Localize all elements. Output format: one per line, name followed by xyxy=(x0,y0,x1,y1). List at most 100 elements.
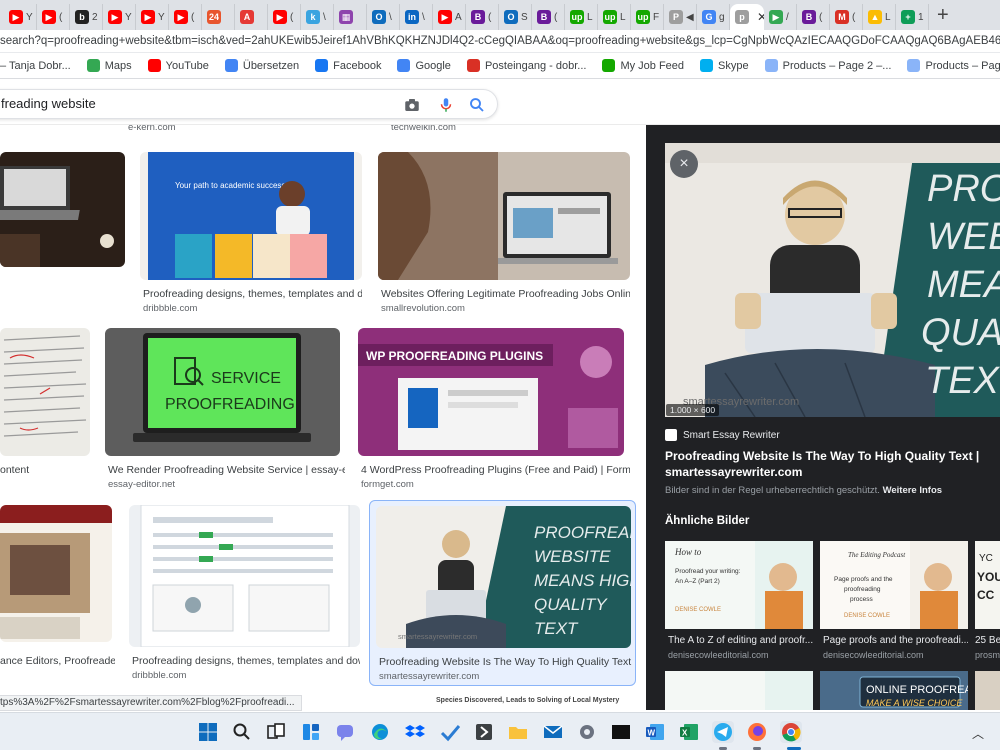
camera-icon[interactable] xyxy=(403,96,421,114)
browser-tab[interactable]: B( xyxy=(797,4,830,30)
browser-tab[interactable]: M( xyxy=(830,4,863,30)
result-title[interactable]: We Render Proofreading Website Service |… xyxy=(108,464,345,476)
settings-button[interactable] xyxy=(576,721,598,743)
result-card[interactable]: Your path to academic success Proofreadi… xyxy=(140,152,362,314)
browser-tab[interactable]: Gg xyxy=(697,4,730,30)
search-box[interactable]: freading website xyxy=(0,89,498,119)
similar-image[interactable]: YC YOUR CC xyxy=(975,541,1000,629)
browser-tab[interactable]: in \ xyxy=(400,4,433,30)
browser-tab[interactable]: up F xyxy=(631,4,664,30)
result-image[interactable] xyxy=(378,152,630,280)
browser-tab[interactable]: O \ xyxy=(367,4,400,30)
browser-tab[interactable]: up L xyxy=(565,4,598,30)
more-info-link[interactable]: Weitere Infos xyxy=(883,485,942,496)
result-title[interactable]: ontent xyxy=(0,464,95,476)
browser-tab[interactable]: ▶ Y xyxy=(136,4,169,30)
result-image[interactable]: PROOFREADING WEBSITE MEANS HIGH QUALITY … xyxy=(376,506,631,648)
similar-image-card[interactable]: YC YOUR CC 25 Be prosm xyxy=(975,541,1000,671)
similar-image-title[interactable]: The A to Z of editing and proofr... xyxy=(668,635,813,646)
browser-tab[interactable]: ▶( xyxy=(37,4,70,30)
bookmark-item[interactable]: Products – Page 2 –... xyxy=(907,59,1000,72)
browser-tab[interactable]: ▶( xyxy=(268,4,301,30)
preview-site-name[interactable]: Smart Essay Rewriter xyxy=(683,430,780,441)
browser-tab[interactable]: B( xyxy=(466,4,499,30)
bookmark-item[interactable]: Übersetzen xyxy=(224,59,299,72)
excel-button[interactable]: X xyxy=(678,721,700,743)
microphone-icon[interactable] xyxy=(437,96,455,114)
result-image[interactable] xyxy=(0,328,90,456)
search-icon[interactable] xyxy=(468,96,486,114)
result-title[interactable]: Proofreading designs, themes, templates … xyxy=(132,655,360,667)
preview-title[interactable]: Proofreading Website Is The Way To High … xyxy=(665,448,985,480)
browser-tab[interactable]: ▶ / xyxy=(764,4,797,30)
result-title[interactable]: Proofreading designs, themes, templates … xyxy=(143,288,362,300)
similar-image-card[interactable]: How to Proofread your writing: An A–Z (P… xyxy=(665,541,813,671)
bookmark-item[interactable]: Products – Page 2 –... xyxy=(764,59,891,72)
tray-chevron-icon[interactable]: ︿ xyxy=(972,725,984,742)
browser-tab[interactable]: ▦ xyxy=(334,4,367,30)
result-image[interactable] xyxy=(129,505,360,647)
result-card-selected[interactable]: PROOFREADING WEBSITE MEANS HIGH QUALITY … xyxy=(369,500,636,686)
result-title[interactable]: 4 WordPress Proofreading Plugins (Free a… xyxy=(361,464,630,476)
edge-button[interactable] xyxy=(369,721,391,743)
browser-tab[interactable]: A xyxy=(235,4,268,30)
result-card[interactable]: ance Editors, Proofreade... xyxy=(0,505,115,667)
browser-tab[interactable]: +1 xyxy=(896,4,929,30)
result-image[interactable] xyxy=(0,152,125,267)
start-button[interactable] xyxy=(197,721,219,743)
widgets-button[interactable] xyxy=(300,721,322,743)
browser-tab[interactable]: ▶ A xyxy=(433,4,466,30)
result-image[interactable] xyxy=(0,505,112,642)
bookmark-item[interactable]: Google xyxy=(397,59,451,72)
bookmark-item[interactable]: Posteingang - dobr... xyxy=(466,59,586,72)
browser-tab[interactable]: P ◀ xyxy=(664,4,697,30)
teams-chat-button[interactable] xyxy=(334,721,356,743)
similar-image-title[interactable]: 25 Be xyxy=(975,635,1000,646)
similar-image[interactable] xyxy=(665,671,813,710)
taskbar-search-button[interactable] xyxy=(231,721,253,743)
result-card[interactable]: SERVICE PROOFREADING We Render Proofread… xyxy=(105,328,345,490)
close-preview-button[interactable]: × xyxy=(670,150,698,178)
terminal-app-button[interactable] xyxy=(473,721,495,743)
result-title[interactable]: Websites Offering Legitimate Proofreadin… xyxy=(381,288,630,300)
chrome-button[interactable] xyxy=(780,721,802,743)
address-bar[interactable]: search?q=proofreading+website&tbm=isch&v… xyxy=(0,30,1000,53)
browser-tab[interactable]: k \ xyxy=(301,4,334,30)
result-card[interactable]: Species Discovered, Leads to Solving of … xyxy=(436,697,631,710)
bookmark-item[interactable]: My Job Feed xyxy=(602,59,684,72)
preview-image[interactable]: PROO WEBS MEAN QUALI TEXT smartessayrewr… xyxy=(665,143,1000,417)
browser-tab[interactable]: b2 xyxy=(70,4,103,30)
bookmark-item[interactable]: Maps xyxy=(86,59,132,72)
new-tab-button[interactable]: + xyxy=(937,5,949,25)
close-tab-icon[interactable]: ✕ xyxy=(757,10,764,24)
bookmark-item[interactable]: – Tanja Dobr... xyxy=(0,60,71,72)
result-title[interactable]: ance Editors, Proofreade... xyxy=(0,655,115,667)
similar-image[interactable] xyxy=(975,671,1000,710)
browser-tab[interactable]: ▲ L xyxy=(863,4,896,30)
result-card[interactable] xyxy=(0,152,125,272)
browser-tab[interactable]: ▶( xyxy=(169,4,202,30)
task-view-button[interactable] xyxy=(265,721,287,743)
result-card[interactable]: WP PROOFREADING PLUGINS 4 WordPress Proo… xyxy=(358,328,630,490)
result-title[interactable]: Proofreading Website Is The Way To High … xyxy=(379,656,634,668)
result-card[interactable]: Websites Offering Legitimate Proofreadin… xyxy=(378,152,630,314)
telegram-button[interactable] xyxy=(712,721,734,743)
todo-button[interactable] xyxy=(439,721,461,743)
bookmark-item[interactable]: YouTube xyxy=(147,59,209,72)
browser-tab[interactable]: OS xyxy=(499,4,532,30)
similar-image-card[interactable]: The Editing Podcast Page proofs and the … xyxy=(820,541,968,671)
file-explorer-button[interactable] xyxy=(507,721,529,743)
result-card[interactable]: Proofreading designs, themes, templates … xyxy=(129,505,360,681)
cmd-button[interactable] xyxy=(610,721,632,743)
dropbox-button[interactable] xyxy=(404,721,426,743)
mail-button[interactable] xyxy=(542,721,564,743)
bookmark-item[interactable]: Skype xyxy=(700,59,749,72)
browser-tab[interactable]: up L xyxy=(598,4,631,30)
similar-image-title[interactable]: Page proofs and the proofreadi... xyxy=(823,635,968,646)
bookmark-item[interactable]: Facebook xyxy=(315,59,381,72)
similar-image[interactable]: ONLINE PROOFREAD MAKE A WISE CHOICE xyxy=(820,671,968,710)
word-button[interactable]: W xyxy=(644,721,666,743)
url-text[interactable]: search?q=proofreading+website&tbm=isch&v… xyxy=(0,35,1000,47)
tab-active[interactable]: p ✕ xyxy=(730,4,764,30)
result-image[interactable]: WP PROOFREADING PLUGINS xyxy=(358,328,624,456)
